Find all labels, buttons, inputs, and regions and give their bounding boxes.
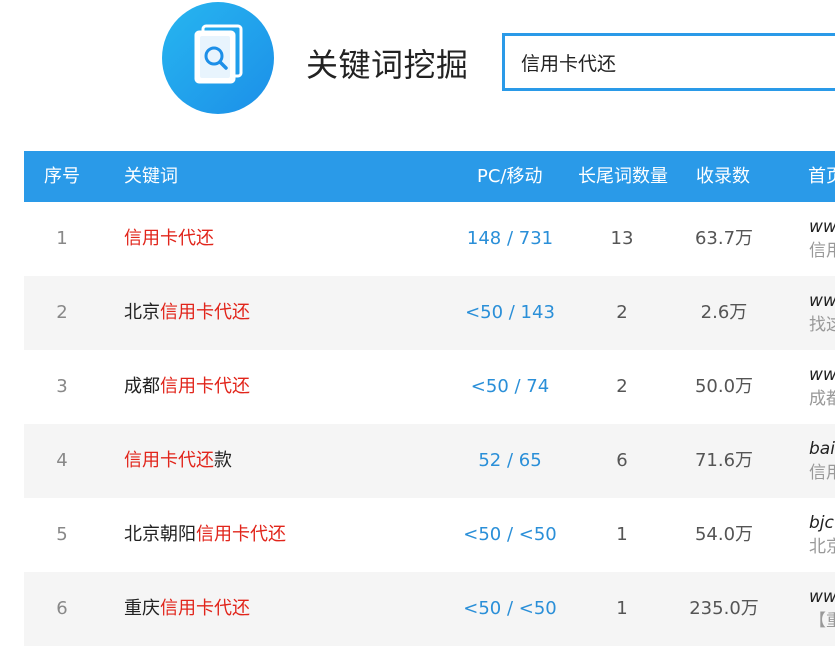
header-pc-mobile: PC/移动 xyxy=(477,166,543,187)
table-row: 1 信用卡代还 148 / 731 13 63.7万 ww 信用 xyxy=(24,202,835,276)
header-long-tail: 长尾词数量 xyxy=(578,166,668,187)
home-title: 找这 xyxy=(809,315,835,335)
logo-magnifier-document-icon xyxy=(162,2,274,114)
row-records: 71.6万 xyxy=(694,450,754,471)
row-long-tail: 2 xyxy=(616,376,628,397)
page-title: 关键词挖掘 xyxy=(306,46,469,84)
home-title: 信用 xyxy=(809,463,835,483)
keyword-highlight: 信用卡代还 xyxy=(160,598,250,619)
row-pc-mobile-link[interactable]: 52 / 65 xyxy=(444,424,576,498)
row-keyword-link[interactable]: 信用卡代还款 xyxy=(124,424,232,498)
home-title: 北京 xyxy=(809,537,835,557)
row-records: 50.0万 xyxy=(694,376,754,397)
table-row: 2 北京信用卡代还 <50 / 143 2 2.6万 ww 找这 xyxy=(24,276,835,350)
row-long-tail: 6 xyxy=(616,450,628,471)
home-title: 成都 xyxy=(809,389,835,409)
row-index: 4 xyxy=(56,450,68,471)
row-home[interactable]: ww 【重 xyxy=(809,585,835,633)
keyword-highlight: 信用卡代还 xyxy=(124,228,214,249)
home-title: 【重 xyxy=(809,611,835,631)
header-records: 收录数 xyxy=(696,166,750,187)
row-home[interactable]: ww 成都 xyxy=(809,363,835,411)
row-keyword-link[interactable]: 成都信用卡代还 xyxy=(124,350,250,424)
header-keyword: 关键词 xyxy=(124,166,178,187)
table-row: 5 北京朝阳信用卡代还 <50 / <50 1 54.0万 bjc 北京 xyxy=(24,498,835,572)
home-url: bjc xyxy=(809,513,834,533)
table-header: 序号 关键词 PC/移动 长尾词数量 收录数 首页 xyxy=(24,151,835,202)
row-home[interactable]: bai 信用 xyxy=(809,437,835,485)
row-home[interactable]: ww 信用 xyxy=(809,215,835,263)
table-row: 6 重庆信用卡代还 <50 / <50 1 235.0万 ww 【重 xyxy=(24,572,835,646)
keyword-highlight: 信用卡代还 xyxy=(124,450,214,471)
row-keyword-link[interactable]: 北京信用卡代还 xyxy=(124,276,250,350)
keyword-prefix: 北京 xyxy=(124,302,160,323)
home-title: 信用 xyxy=(809,241,835,261)
row-records: 2.6万 xyxy=(700,302,748,323)
row-records: 54.0万 xyxy=(694,524,754,545)
row-records: 235.0万 xyxy=(689,598,759,619)
header-index: 序号 xyxy=(44,166,80,187)
row-pc-mobile-link[interactable]: 148 / 731 xyxy=(444,202,576,276)
keyword-prefix: 北京朝阳 xyxy=(124,524,196,545)
row-pc-mobile-link[interactable]: <50 / <50 xyxy=(444,572,576,646)
table-row: 3 成都信用卡代还 <50 / 74 2 50.0万 ww 成都 xyxy=(24,350,835,424)
row-index: 2 xyxy=(56,302,68,323)
table-row: 4 信用卡代还款 52 / 65 6 71.6万 bai 信用 xyxy=(24,424,835,498)
row-pc-mobile-link[interactable]: <50 / <50 xyxy=(444,498,576,572)
row-keyword-link[interactable]: 重庆信用卡代还 xyxy=(124,572,250,646)
home-url: ww xyxy=(809,587,835,607)
row-pc-mobile-link[interactable]: <50 / 143 xyxy=(444,276,576,350)
row-index: 3 xyxy=(56,376,68,397)
row-long-tail: 13 xyxy=(610,228,634,249)
keyword-highlight: 信用卡代还 xyxy=(196,524,286,545)
keyword-table: 序号 关键词 PC/移动 长尾词数量 收录数 首页 1 信用卡代还 148 / 73… xyxy=(24,151,835,646)
search-box[interactable] xyxy=(502,33,835,91)
table-body: 1 信用卡代还 148 / 731 13 63.7万 ww 信用 2 北京信用卡代还 <50 / … xyxy=(24,202,835,646)
keyword-prefix: 成都 xyxy=(124,376,160,397)
row-index: 6 xyxy=(56,598,68,619)
row-keyword-link[interactable]: 信用卡代还 xyxy=(124,202,214,276)
home-url: ww xyxy=(809,217,835,237)
row-long-tail: 1 xyxy=(616,524,628,545)
keyword-highlight: 信用卡代还 xyxy=(160,376,250,397)
row-index: 5 xyxy=(56,524,68,545)
row-long-tail: 2 xyxy=(616,302,628,323)
search-input[interactable] xyxy=(505,36,835,88)
row-long-tail: 1 xyxy=(616,598,628,619)
row-records: 63.7万 xyxy=(694,228,754,249)
header-home: 首页 xyxy=(808,166,835,187)
home-url: bai xyxy=(809,439,835,459)
keyword-suffix: 款 xyxy=(214,450,232,471)
row-home[interactable]: ww 找这 xyxy=(809,289,835,337)
row-home[interactable]: bjc 北京 xyxy=(809,511,835,559)
magnifier-document-icon xyxy=(194,24,243,84)
row-pc-mobile-link[interactable]: <50 / 74 xyxy=(444,350,576,424)
home-url: ww xyxy=(809,365,835,385)
keyword-prefix: 重庆 xyxy=(124,598,160,619)
row-keyword-link[interactable]: 北京朝阳信用卡代还 xyxy=(124,498,286,572)
row-index: 1 xyxy=(56,228,68,249)
home-url: ww xyxy=(809,291,835,311)
keyword-highlight: 信用卡代还 xyxy=(160,302,250,323)
